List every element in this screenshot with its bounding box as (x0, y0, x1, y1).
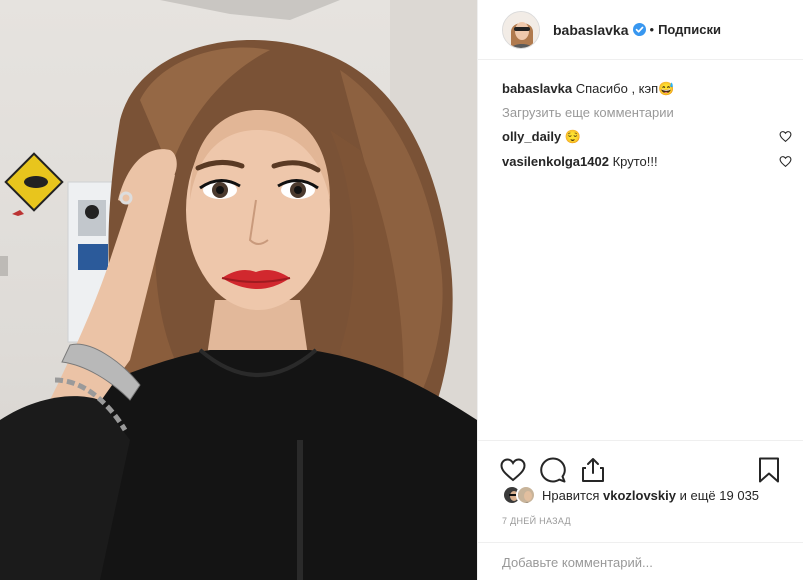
heart-icon[interactable] (500, 457, 526, 483)
post-photo[interactable] (0, 0, 477, 580)
share-icon[interactable] (580, 457, 606, 483)
comment-username[interactable]: olly_daily (502, 129, 561, 144)
comment-like-heart-icon[interactable] (779, 130, 792, 143)
header-separator: • (649, 22, 655, 37)
post-side-panel: babaslavka • Подписки babaslavka Спасибо… (477, 0, 803, 580)
likes-text: Нравится vkozlovskiy и ещё 19 035 (542, 488, 759, 503)
likes-prefix: Нравится (542, 487, 600, 503)
post-header: babaslavka • Подписки (478, 0, 803, 60)
liker-avatar (516, 485, 536, 505)
comments-list: babaslavka Спасибо , кэп😅 Загрузить еще … (502, 80, 792, 178)
comment-username[interactable]: vasilenkolga1402 (502, 154, 609, 169)
author-avatar[interactable] (502, 10, 540, 49)
caption: babaslavka Спасибо , кэп😅 (502, 80, 782, 98)
comment-text: Круто!!! (612, 154, 658, 169)
selfie-photo-illustration (0, 0, 477, 580)
following-button[interactable]: Подписки (658, 22, 721, 37)
bookmark-icon[interactable] (758, 457, 780, 483)
author-username[interactable]: babaslavka (553, 22, 629, 38)
likes-count[interactable]: и ещё 19 035 (680, 488, 759, 503)
load-more-comments-link[interactable]: Загрузить еще комментарии (502, 105, 782, 120)
comment-icon[interactable] (540, 457, 566, 483)
add-comment-input[interactable] (502, 555, 780, 570)
likes-summary[interactable]: Нравится vkozlovskiy и ещё 19 035 (502, 485, 759, 505)
comment-item: olly_daily 😌 (502, 128, 792, 146)
caption-text: Спасибо , кэп😅 (575, 81, 675, 96)
verified-badge-icon (632, 23, 646, 36)
caption-username[interactable]: babaslavka (502, 81, 572, 96)
avatar-image (503, 11, 539, 48)
likes-user[interactable]: vkozlovskiy (603, 488, 676, 503)
comment-text: 😌 (564, 129, 582, 144)
comment-like-heart-icon[interactable] (779, 155, 792, 168)
comment-item: vasilenkolga1402 Круто!!! (502, 153, 792, 171)
add-comment-bar (478, 542, 803, 580)
post-actions-bar (478, 440, 803, 488)
post-timestamp[interactable]: 7 ДНЕЙ НАЗАД (502, 516, 571, 526)
